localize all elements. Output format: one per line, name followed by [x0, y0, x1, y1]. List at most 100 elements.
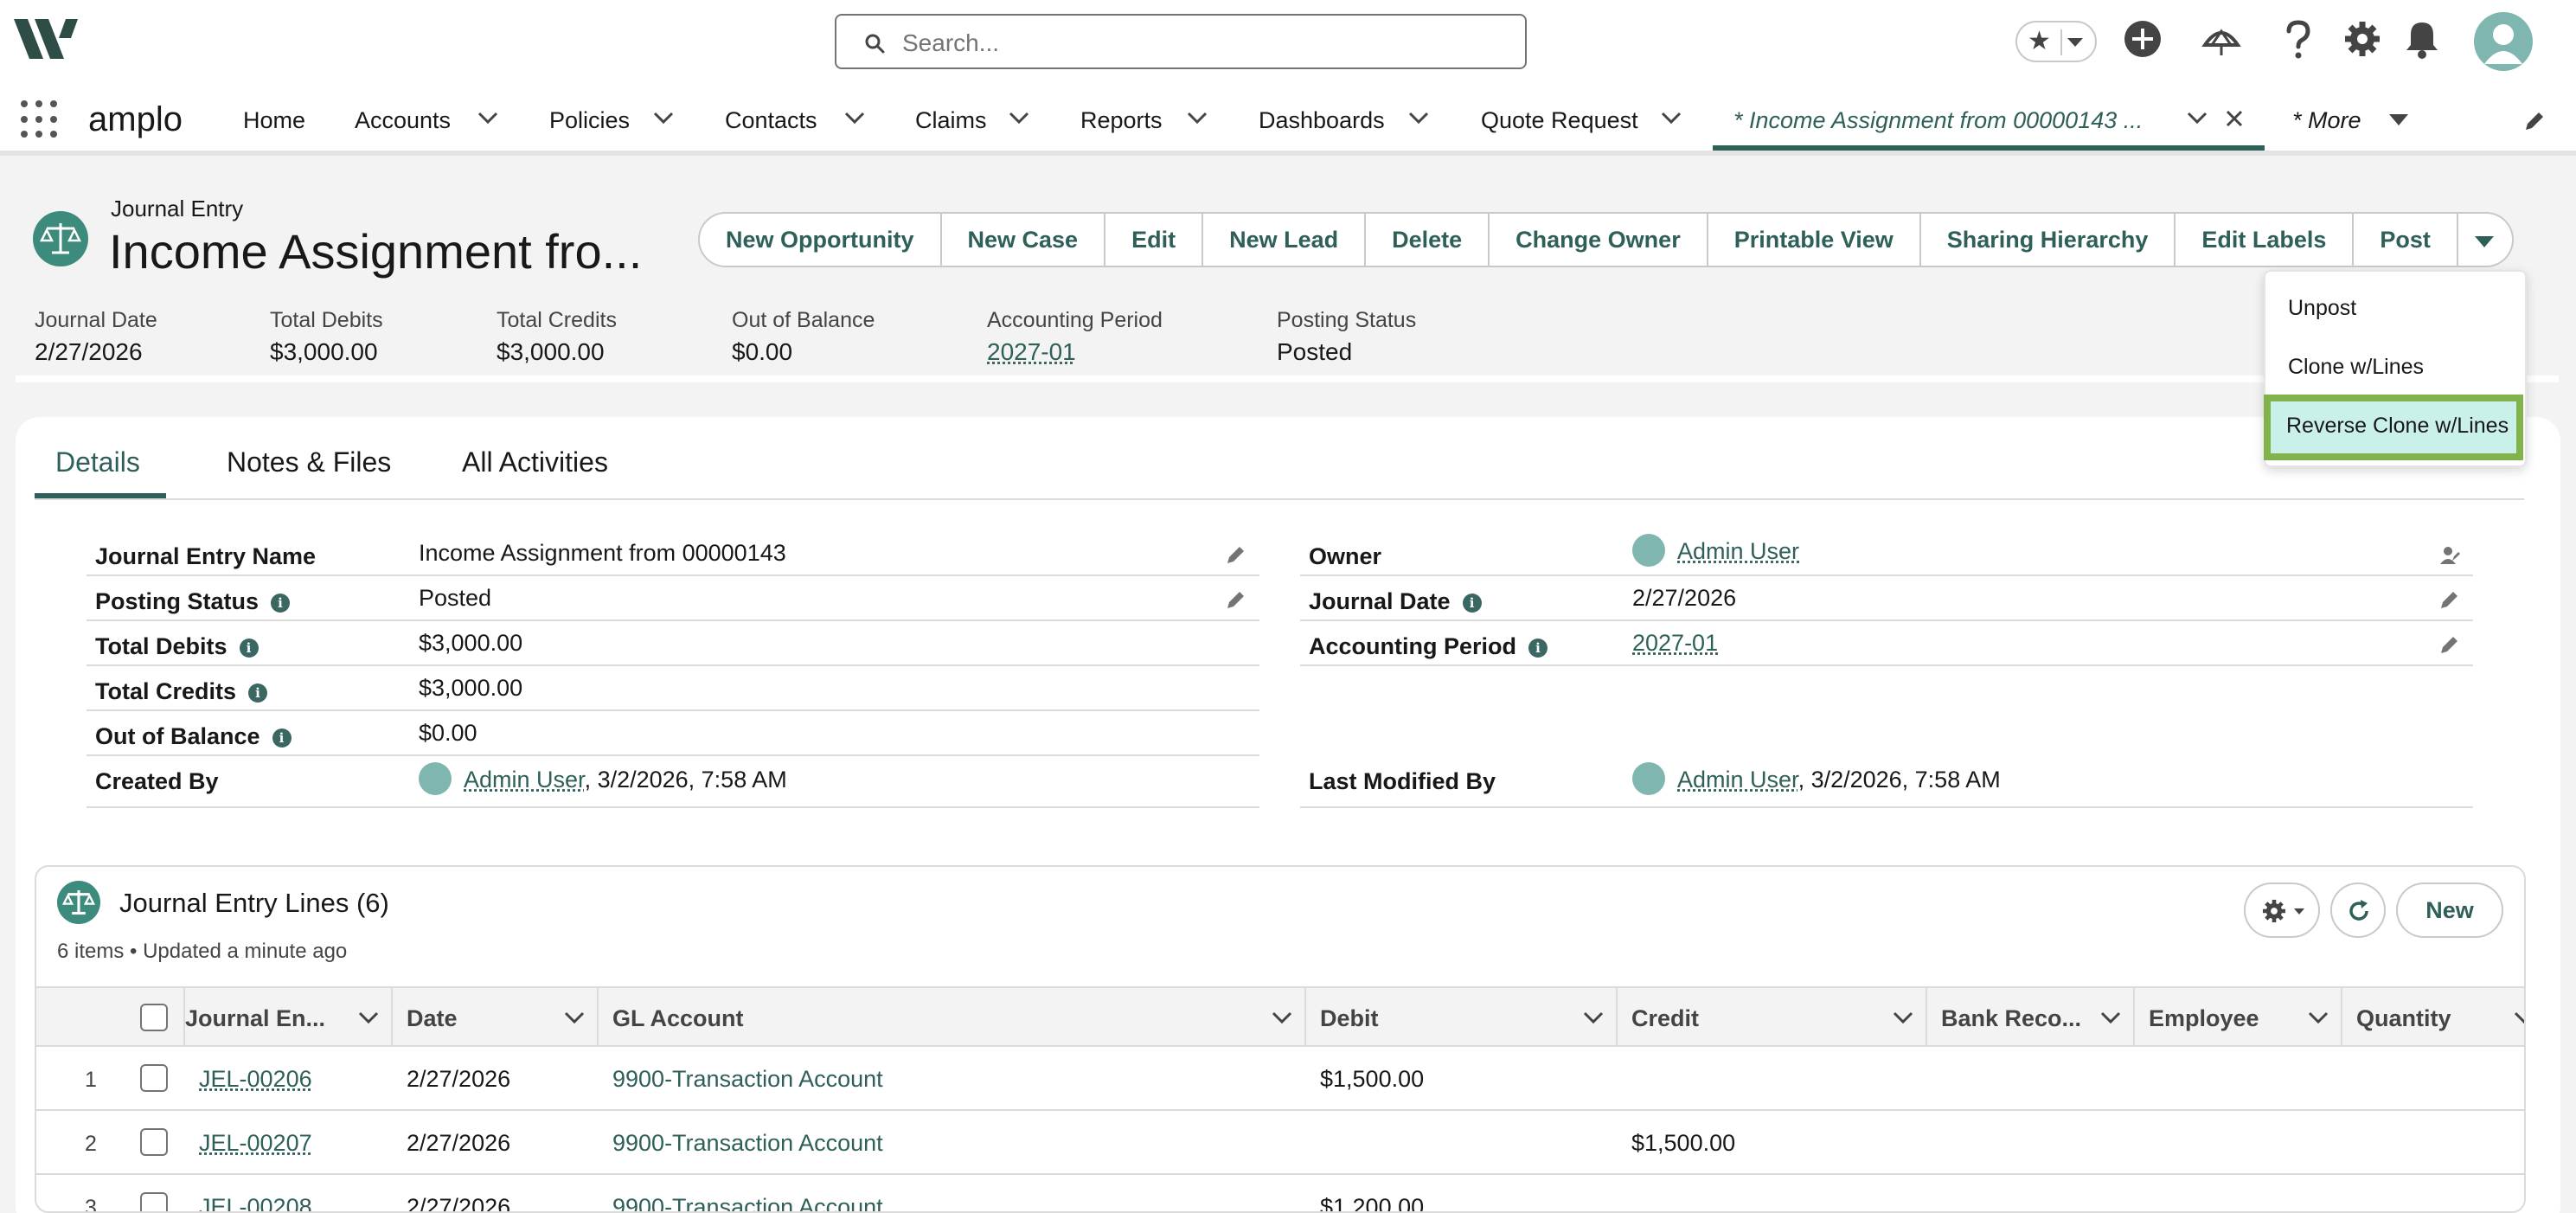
- gl-account-link[interactable]: 9900-Transaction Account: [612, 1130, 883, 1157]
- post-button[interactable]: Post: [2354, 212, 2458, 267]
- accounting-period-link[interactable]: 2027-01: [1632, 630, 1718, 656]
- nav-item-quote-request[interactable]: Quote Request: [1481, 107, 1638, 134]
- new-line-button[interactable]: New: [2396, 882, 2503, 938]
- nav-item-dashboards[interactable]: Dashboards: [1259, 107, 1385, 134]
- owner-user-link[interactable]: Admin User: [1677, 538, 1799, 564]
- related-list-title[interactable]: Journal Entry Lines (6): [119, 888, 389, 919]
- amplo-logo-icon[interactable]: [14, 17, 80, 67]
- info-icon[interactable]: i: [1463, 594, 1482, 613]
- info-icon[interactable]: i: [271, 594, 290, 613]
- created-by-user-link[interactable]: Admin User: [464, 767, 585, 793]
- change-owner-icon[interactable]: [2438, 543, 2461, 566]
- tab-details[interactable]: Details: [55, 446, 140, 478]
- change-owner-button[interactable]: Change Owner: [1490, 212, 1708, 267]
- edit-pencil-icon[interactable]: [1225, 588, 1247, 611]
- printable-view-button[interactable]: Printable View: [1708, 212, 1921, 267]
- chevron-down-icon[interactable]: [1583, 1011, 1604, 1024]
- edit-labels-button[interactable]: Edit Labels: [2176, 212, 2354, 267]
- edit-button[interactable]: Edit: [1105, 212, 1203, 267]
- chevron-down-icon[interactable]: [564, 1011, 585, 1024]
- info-icon[interactable]: i: [248, 684, 267, 703]
- global-header: Search... ★: [0, 0, 2576, 85]
- list-settings-button[interactable]: [2244, 882, 2320, 938]
- field-owner: Owner Admin User: [1300, 531, 2473, 576]
- sharing-hierarchy-button[interactable]: Sharing Hierarchy: [1921, 212, 2176, 267]
- tab-notes-files[interactable]: Notes & Files: [227, 446, 391, 478]
- chevron-down-icon[interactable]: [358, 1011, 379, 1024]
- gl-account-link[interactable]: 9900-Transaction Account: [612, 1194, 883, 1213]
- close-icon[interactable]: [2225, 109, 2244, 128]
- column-header-quantity[interactable]: Quantity: [2342, 988, 2526, 1047]
- tab-all-activities[interactable]: All Activities: [462, 446, 608, 478]
- new-case-button[interactable]: New Case: [942, 212, 1106, 267]
- chevron-down-icon[interactable]: [2100, 1011, 2121, 1024]
- chevron-down-icon[interactable]: [1009, 111, 1029, 125]
- journal-entry-line-link[interactable]: JEL-00207: [199, 1130, 312, 1157]
- info-icon[interactable]: i: [240, 639, 259, 658]
- menu-item-reverse-clone-with-lines[interactable]: Reverse Clone w/Lines: [2264, 395, 2523, 460]
- row-checkbox[interactable]: [140, 1064, 168, 1092]
- notification-bell-icon[interactable]: [2404, 19, 2440, 59]
- nav-item-claims[interactable]: Claims: [915, 107, 987, 134]
- more-tabs-button[interactable]: * More: [2292, 107, 2361, 134]
- new-lead-button[interactable]: New Lead: [1203, 212, 1366, 267]
- journal-entry-line-link[interactable]: JEL-00206: [199, 1066, 312, 1093]
- journal-entry-line-link[interactable]: JEL-00208: [199, 1194, 312, 1213]
- column-header-bank-reconciliation[interactable]: Bank Reco...: [1927, 988, 2135, 1047]
- related-list-subtitle: 6 items • Updated a minute ago: [57, 940, 347, 964]
- row-checkbox[interactable]: [140, 1128, 168, 1156]
- column-header-employee[interactable]: Employee: [2135, 988, 2342, 1047]
- chevron-down-icon[interactable]: [477, 111, 498, 125]
- edit-pencil-icon[interactable]: [2438, 633, 2461, 656]
- global-search-input[interactable]: Search...: [835, 14, 1527, 69]
- chevron-down-icon[interactable]: [1408, 111, 1429, 125]
- chevron-down-icon[interactable]: [1661, 111, 1682, 125]
- add-icon[interactable]: [2123, 19, 2163, 59]
- chevron-down-icon[interactable]: [653, 111, 674, 125]
- menu-item-clone-with-lines[interactable]: Clone w/Lines: [2288, 355, 2424, 380]
- field-label-text: Accounting Period: [1309, 633, 1516, 659]
- info-icon[interactable]: i: [272, 728, 292, 748]
- chevron-down-icon[interactable]: [2308, 1011, 2329, 1024]
- info-icon[interactable]: i: [1528, 639, 1548, 658]
- nav-item-accounts[interactable]: Accounts: [355, 107, 451, 134]
- nav-item-home[interactable]: Home: [243, 107, 305, 134]
- delete-button[interactable]: Delete: [1366, 212, 1490, 267]
- new-opportunity-button[interactable]: New Opportunity: [698, 212, 942, 267]
- select-all-checkbox[interactable]: [140, 1004, 168, 1031]
- gl-account-link[interactable]: 9900-Transaction Account: [612, 1066, 883, 1093]
- workspace-tab-active[interactable]: * Income Assignment from 00000143 ...: [1713, 85, 2265, 151]
- chevron-down-icon[interactable]: [2067, 38, 2083, 47]
- trailhead-icon[interactable]: [2201, 19, 2241, 59]
- chevron-down-icon[interactable]: [1187, 111, 1208, 125]
- chevron-down-icon[interactable]: [1893, 1011, 1913, 1024]
- chevron-down-icon[interactable]: [2514, 1011, 2526, 1024]
- edit-nav-pencil-icon[interactable]: [2522, 109, 2547, 133]
- chevron-down-icon[interactable]: [844, 111, 865, 125]
- column-header-debit[interactable]: Debit: [1306, 988, 1618, 1047]
- more-chevron-icon[interactable]: [2389, 114, 2408, 125]
- row-checkbox[interactable]: [140, 1192, 168, 1213]
- last-modified-user-link[interactable]: Admin User: [1677, 767, 1798, 793]
- accounting-period-link[interactable]: 2027-01: [987, 338, 1163, 366]
- edit-pencil-icon[interactable]: [2438, 588, 2461, 611]
- chevron-down-icon[interactable]: [2187, 111, 2208, 125]
- column-header-name[interactable]: Journal En...: [185, 988, 393, 1047]
- column-header-date[interactable]: Date: [393, 988, 599, 1047]
- app-launcher-icon[interactable]: [21, 100, 59, 138]
- nav-item-policies[interactable]: Policies: [549, 107, 630, 134]
- menu-item-unpost[interactable]: Unpost: [2288, 296, 2356, 321]
- nav-item-contacts[interactable]: Contacts: [725, 107, 817, 134]
- chevron-down-icon[interactable]: [1272, 1011, 1292, 1024]
- help-icon[interactable]: [2284, 19, 2313, 61]
- edit-pencil-icon[interactable]: [1225, 543, 1247, 566]
- more-actions-button[interactable]: [2458, 212, 2514, 267]
- column-header-gl-account[interactable]: GL Account: [599, 988, 1306, 1047]
- refresh-button[interactable]: [2330, 882, 2386, 938]
- nav-item-reports[interactable]: Reports: [1080, 107, 1163, 134]
- user-avatar[interactable]: [2474, 12, 2533, 71]
- favorites-button[interactable]: ★: [2015, 21, 2097, 62]
- gear-icon[interactable]: [2342, 19, 2382, 59]
- table-header: Journal En... Date GL Account Debit Cred…: [36, 986, 2526, 1047]
- column-header-credit[interactable]: Credit: [1618, 988, 1927, 1047]
